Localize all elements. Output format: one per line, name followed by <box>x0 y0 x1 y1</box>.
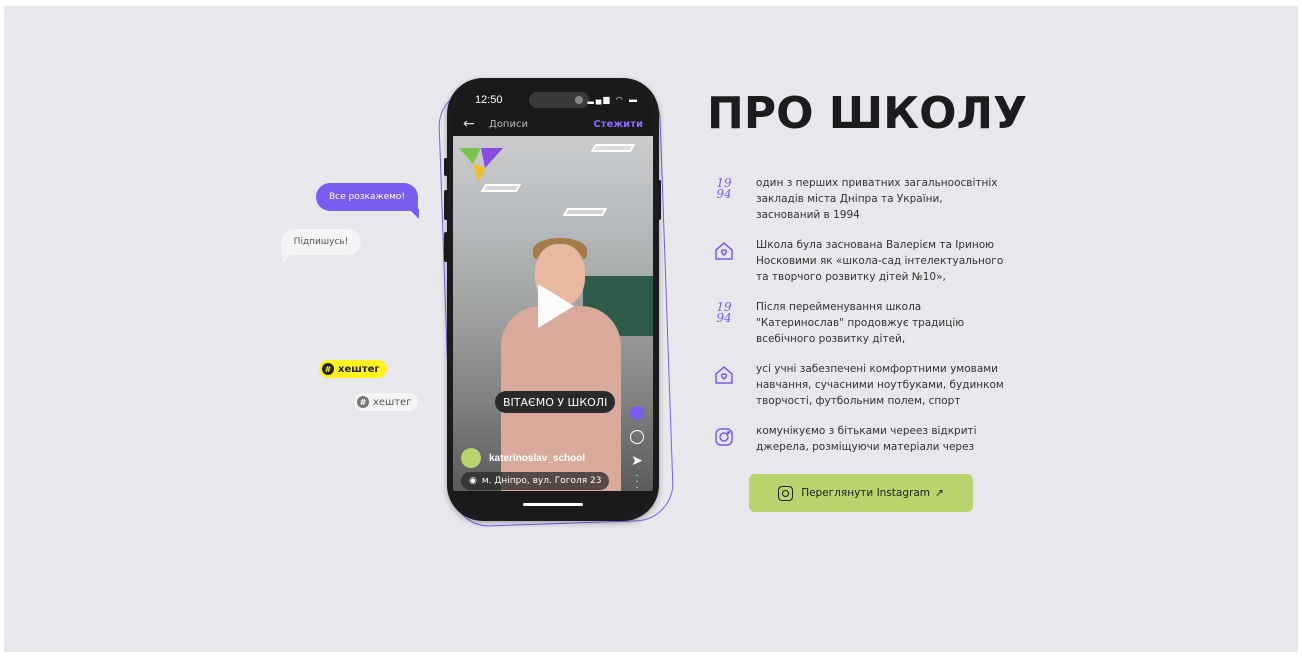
dynamic-island <box>529 92 589 108</box>
fact-item: 19 94 Після перейменування школа "Катери… <box>710 299 1010 347</box>
fact-text: усі учні забезпечені комфортними умовами… <box>756 363 1004 407</box>
like-icon[interactable] <box>630 406 644 420</box>
arrow-up-right-icon: ↗ <box>935 487 944 499</box>
section-title: ПРО ШКОЛУ <box>707 88 1027 139</box>
location-badge[interactable]: ◉ м. Дніпро, вул. Гоголя 23 <box>461 472 610 490</box>
year-bottom: 94 <box>716 187 732 201</box>
hashtag-icon: # <box>357 396 369 408</box>
facts-list: 19 94 один з перших приватних загальноос… <box>710 175 1010 469</box>
back-arrow-icon[interactable]: ← <box>463 116 475 132</box>
house-heart-icon <box>710 361 738 389</box>
phone-screen: 12:50 ▂▄▆ ◠ ▬ ← Дописи Стежити ВІТАЄМО У… <box>453 84 653 515</box>
ceiling-light <box>590 144 636 152</box>
view-instagram-button[interactable]: Переглянути Instagram ↗ <box>749 474 973 512</box>
fact-item: комунікуємо з бітьками череез відкриті д… <box>710 423 1010 455</box>
comment-icon[interactable] <box>630 430 644 444</box>
play-icon[interactable] <box>538 284 574 328</box>
school-logo-icon <box>459 148 503 182</box>
reel-actions: ➤ · · · <box>627 406 647 491</box>
chat-bubble-purple: Все розкажемо! <box>316 183 419 219</box>
account-name[interactable]: katerinoslav_school <box>489 453 585 464</box>
hashtag-icon: # <box>322 363 334 375</box>
ceiling-light <box>480 184 522 192</box>
status-time: 12:50 <box>475 94 503 106</box>
avatar[interactable] <box>461 448 481 468</box>
year-bottom: 94 <box>716 311 732 325</box>
chat-bubble-purple-text: Все розкажемо! <box>328 192 406 202</box>
house-heart-icon <box>710 237 738 265</box>
status-bar: 12:50 ▂▄▆ ◠ ▬ <box>453 84 653 114</box>
send-icon[interactable]: ➤ <box>627 452 647 469</box>
instagram-navbar: ← Дописи Стежити <box>453 114 653 136</box>
home-indicator <box>523 503 583 506</box>
fact-item: Школа була заснована Валерієм та Іриною … <box>710 237 1010 285</box>
ceiling-light <box>562 208 608 216</box>
account-row[interactable]: katerinoslav_school <box>461 448 585 468</box>
fact-text: комунікуємо з бітьками череез відкриті д… <box>756 425 977 453</box>
year-1994-icon: 19 94 <box>710 299 738 327</box>
fact-text: Школа була заснована Валерієм та Іриною … <box>756 239 1004 283</box>
instagram-icon <box>778 485 794 501</box>
chat-bubble-white: Підпишусь! <box>281 229 361 263</box>
hashtag-yellow-label: хештег <box>338 363 380 375</box>
nav-title: Дописи <box>489 119 528 130</box>
chat-bubble-white-text: Підпишусь! <box>293 237 349 247</box>
hashtag-gray-label: хештег <box>373 396 412 408</box>
hashtag-yellow: # хештег <box>319 360 387 378</box>
phone-mockup: 12:50 ▂▄▆ ◠ ▬ ← Дописи Стежити ВІТАЄМО У… <box>447 78 659 521</box>
fact-item: усі учні забезпечені комфортними умовами… <box>710 361 1010 409</box>
more-icon[interactable]: · · · <box>627 471 647 492</box>
location-text: м. Дніпро, вул. Гоголя 23 <box>481 476 602 486</box>
follow-button[interactable]: Стежити <box>593 119 643 130</box>
hashtag-gray: # хештег <box>354 393 419 411</box>
fact-text: один з перших приватних загальноосвітніх… <box>756 177 998 221</box>
fact-text: Після перейменування школа "Катеринослав… <box>756 301 965 345</box>
video-reel[interactable]: ВІТАЄМО У ШКОЛІ ➤ · · · katerinoslav_schoo… <box>453 136 653 491</box>
system-status-icons: ▂▄▆ ◠ ▬ <box>587 95 639 104</box>
instagram-icon <box>710 423 738 451</box>
view-instagram-label: Переглянути Instagram <box>801 487 930 499</box>
fact-item: 19 94 один з перших приватних загальноос… <box>710 175 1010 223</box>
location-pin-icon: ◉ <box>469 476 477 486</box>
year-1994-icon: 19 94 <box>710 175 738 203</box>
video-caption: ВІТАЄМО У ШКОЛІ <box>495 391 616 413</box>
